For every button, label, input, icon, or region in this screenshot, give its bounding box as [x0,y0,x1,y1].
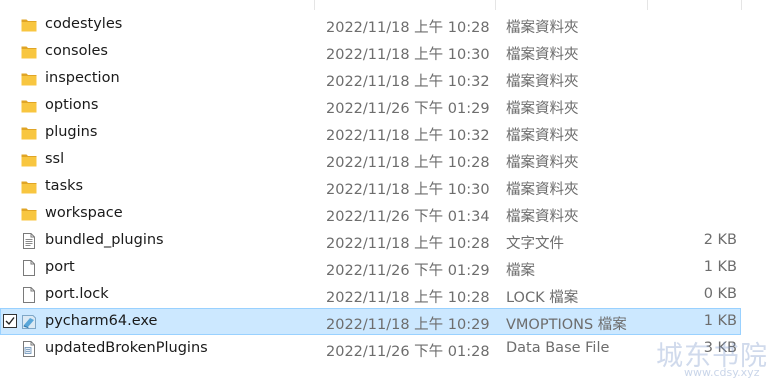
file-name: port [45,259,75,275]
folder-icon [20,43,38,61]
folder-icon [20,124,38,142]
file-row[interactable]: inspection 2022/11/18 上午 10:32 檔案資料夾 [0,65,741,92]
file-type: 檔案資料夾 [506,209,579,225]
file-name: ssl [45,151,65,167]
file-type: 文字文件 [506,236,564,252]
file-name: tasks [45,178,84,194]
file-row[interactable]: port.lock 2022/11/18 上午 10:28 LOCK 檔案 0 KB [0,281,741,308]
file-icon [20,259,38,277]
file-size: 2 KB [703,232,737,248]
file-name: consoles [45,43,108,59]
file-modified-date: 2022/11/18 上午 10:32 [326,128,490,144]
file-size: 1 KB [703,313,737,329]
file-modified-date: 2022/11/18 上午 10:28 [326,155,490,171]
file-row[interactable]: options 2022/11/26 下午 01:29 檔案資料夾 [0,92,741,119]
file-type: 檔案資料夾 [506,128,579,144]
file-modified-date: 2022/11/26 下午 01:28 [326,344,490,360]
file-row[interactable]: updatedBrokenPlugins 2022/11/26 下午 01:28 D… [0,335,741,362]
database-file-icon [20,340,38,358]
file-modified-date: 2022/11/18 上午 10:30 [326,47,490,63]
folder-icon [20,97,38,115]
file-type: VMOPTIONS 檔案 [506,317,627,333]
file-name: codestyles [45,16,123,32]
file-row[interactable]: plugins 2022/11/18 上午 10:32 檔案資料夾 [0,119,741,146]
watermark-url: www.cdsy.xyz [684,366,760,379]
file-row[interactable]: bundled_plugins 2022/11/18 上午 10:28 文字文件 2 … [0,227,741,254]
file-type: 檔案資料夾 [506,182,579,198]
column-separator [314,0,315,10]
file-size: 1 KB [703,259,737,275]
file-icon [20,286,38,304]
text-file-icon [20,232,38,250]
file-type: 檔案資料夾 [506,20,579,36]
file-name: pycharm64.exe [45,313,158,329]
file-modified-date: 2022/11/26 下午 01:29 [326,263,490,279]
checkbox-checked[interactable] [3,314,17,328]
folder-icon [20,205,38,223]
file-name: port.lock [45,286,109,302]
file-modified-date: 2022/11/26 下午 01:34 [326,209,490,225]
file-type: 檔案資料夾 [506,155,579,171]
file-type: 檔案資料夾 [506,47,579,63]
file-row[interactable]: ssl 2022/11/18 上午 10:28 檔案資料夾 [0,146,741,173]
file-size: 3 KB [703,340,737,356]
file-row[interactable]: port 2022/11/26 下午 01:29 檔案 1 KB [0,254,741,281]
file-row[interactable]: consoles 2022/11/18 上午 10:30 檔案資料夾 [0,38,741,65]
column-separator [647,0,648,10]
file-type: 檔案資料夾 [506,74,579,90]
file-modified-date: 2022/11/18 上午 10:29 [326,317,490,333]
file-name: plugins [45,124,98,140]
file-type: 檔案 [506,263,535,279]
folder-icon [20,16,38,34]
file-row[interactable]: tasks 2022/11/18 上午 10:30 檔案資料夾 [0,173,741,200]
file-modified-date: 2022/11/18 上午 10:30 [326,182,490,198]
file-row[interactable]: workspace 2022/11/26 下午 01:34 檔案資料夾 [0,200,741,227]
file-name: options [45,97,99,113]
file-name: bundled_plugins [45,232,164,248]
file-size: 0 KB [703,286,737,302]
folder-icon [20,151,38,169]
file-name: inspection [45,70,120,86]
file-name: workspace [45,205,123,221]
file-type: 檔案資料夾 [506,101,579,117]
file-modified-date: 2022/11/18 上午 10:28 [326,20,490,36]
vmoptions-file-icon [20,313,38,331]
file-type: LOCK 檔案 [506,290,579,306]
folder-icon [20,178,38,196]
file-modified-date: 2022/11/26 下午 01:29 [326,101,490,117]
file-modified-date: 2022/11/18 上午 10:32 [326,74,490,90]
file-name: updatedBrokenPlugins [45,340,208,356]
file-modified-date: 2022/11/18 上午 10:28 [326,236,490,252]
folder-icon [20,70,38,88]
file-row[interactable]: pycharm64.exe 2022/11/18 上午 10:29 VMOPTION… [0,308,741,335]
file-modified-date: 2022/11/18 上午 10:28 [326,290,490,306]
column-separator [741,0,742,10]
file-explorer: codestyles 2022/11/18 上午 10:28 檔案資料夾 consol… [0,0,777,380]
file-type: Data Base File [506,340,610,356]
file-row[interactable]: codestyles 2022/11/18 上午 10:28 檔案資料夾 [0,11,741,38]
column-separator [495,0,496,10]
